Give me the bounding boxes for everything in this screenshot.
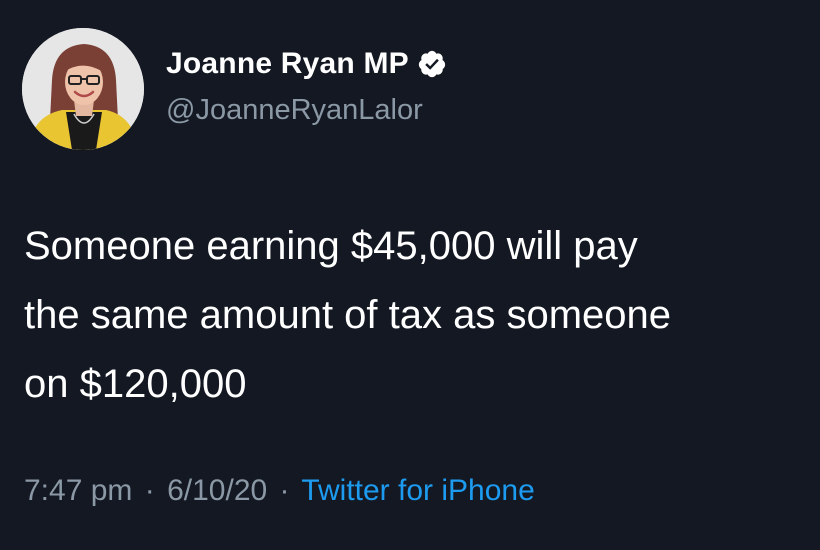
meta-separator: ·: [279, 474, 290, 507]
meta-separator: ·: [144, 474, 155, 507]
tweet-text-line: Someone earning $45,000 will pay: [24, 224, 638, 268]
tweet-time[interactable]: 7:47 pm: [24, 474, 132, 507]
verified-badge-icon: [417, 49, 447, 79]
avatar[interactable]: [22, 28, 144, 150]
author-handle[interactable]: @JoanneRyanLalor: [166, 94, 423, 127]
tweet-meta: 7:47 pm · 6/10/20 · Twitter for iPhone: [24, 474, 535, 508]
tweet-date[interactable]: 6/10/20: [167, 474, 267, 507]
profile-photo: [22, 28, 144, 150]
author-display-name[interactable]: Joanne Ryan MP: [166, 47, 409, 81]
author-name-row: Joanne Ryan MP: [166, 44, 447, 84]
tweet-text: Someone earning $45,000 will pay the sam…: [24, 212, 814, 419]
tweet-card: Joanne Ryan MP @JoanneRyanLalor Someone …: [0, 0, 820, 550]
tweet-source-link[interactable]: Twitter for iPhone: [301, 474, 534, 507]
tweet-text-line: on $120,000: [24, 362, 247, 406]
tweet-text-line: the same amount of tax as someone: [24, 293, 672, 337]
